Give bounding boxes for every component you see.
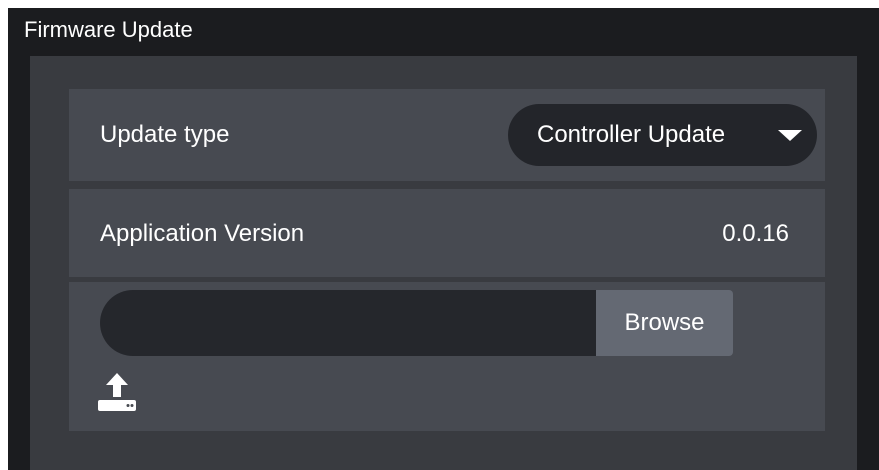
title-bar: Firmware Update	[8, 8, 879, 52]
browse-button-label: Browse	[624, 309, 705, 336]
application-version-value: 0.0.16	[722, 220, 789, 247]
update-type-label: Update type	[100, 121, 230, 148]
firmware-panel: Update type Controller Update Applicatio…	[30, 56, 857, 470]
window-title: Firmware Update	[24, 17, 193, 42]
caret-down-icon	[778, 130, 802, 141]
update-type-select[interactable]: Controller Update	[508, 104, 817, 166]
upload-icon[interactable]	[94, 369, 140, 415]
firmware-update-window: Firmware Update Update type Controller U…	[8, 8, 879, 470]
browse-button[interactable]: Browse	[596, 290, 733, 356]
application-version-row: Application Version 0.0.16	[69, 189, 825, 277]
application-version-label: Application Version	[100, 220, 305, 247]
update-type-selected-value: Controller Update	[537, 121, 726, 148]
update-type-row: Update type Controller Update	[69, 89, 825, 181]
file-upload-row: Browse	[69, 282, 825, 431]
file-path-input[interactable]	[100, 290, 596, 356]
